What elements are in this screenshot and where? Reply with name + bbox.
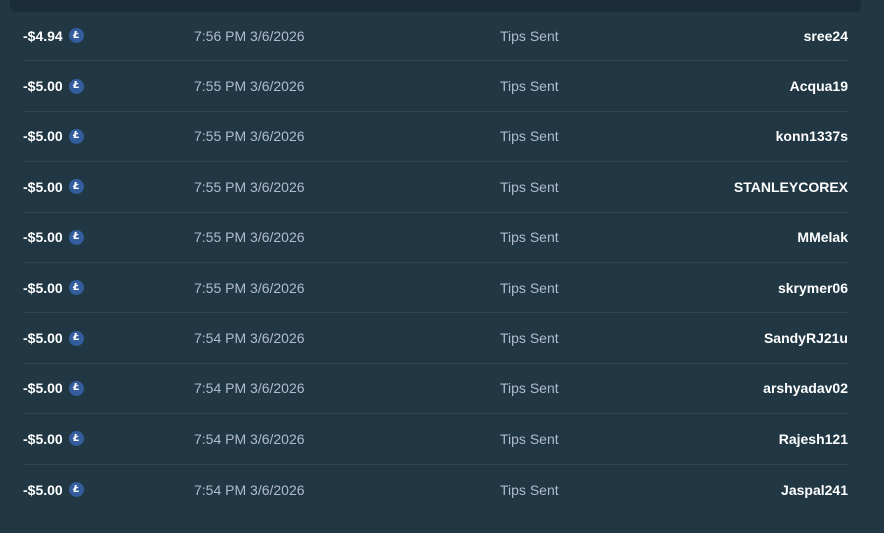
amount-cell: -$4.94 Ł <box>23 28 84 44</box>
litecoin-icon: Ł <box>68 28 84 44</box>
amount-cell: -$5.00 Ł <box>23 128 84 144</box>
username[interactable]: arshyadav02 <box>763 380 848 396</box>
amount-value: -$5.00 <box>23 481 63 498</box>
amount-cell: -$5.00 Ł <box>23 330 84 346</box>
table-row: -$5.00 Ł 7:55 PM 3/6/2026 Tips Sent Acqu… <box>23 61 848 112</box>
amount-cell: -$5.00 Ł <box>23 482 84 498</box>
timestamp: 7:54 PM 3/6/2026 <box>194 430 305 447</box>
username[interactable]: Jaspal241 <box>781 482 848 498</box>
transactions-table: -$4.94 Ł 7:56 PM 3/6/2026 Tips Sent sree… <box>23 11 848 515</box>
username[interactable]: sree24 <box>804 28 848 44</box>
transaction-type: Tips Sent <box>500 178 559 195</box>
username[interactable]: SandyRJ21u <box>764 330 848 346</box>
table-row: -$5.00 Ł 7:54 PM 3/6/2026 Tips Sent arsh… <box>23 364 848 415</box>
username[interactable]: STANLEYCOREX <box>734 179 848 195</box>
table-row: -$5.00 Ł 7:55 PM 3/6/2026 Tips Sent konn… <box>23 112 848 163</box>
username[interactable]: konn1337s <box>776 128 848 144</box>
username[interactable]: MMelak <box>797 229 848 245</box>
transaction-type: Tips Sent <box>500 229 559 246</box>
transaction-type: Tips Sent <box>500 27 559 44</box>
litecoin-icon: Ł <box>68 128 84 144</box>
amount-value: -$5.00 <box>23 380 63 397</box>
transaction-type: Tips Sent <box>500 380 559 397</box>
litecoin-icon: Ł <box>68 229 84 245</box>
table-row: -$5.00 Ł 7:54 PM 3/6/2026 Tips Sent Sand… <box>23 313 848 364</box>
amount-cell: -$5.00 Ł <box>23 229 84 245</box>
timestamp: 7:56 PM 3/6/2026 <box>194 27 305 44</box>
timestamp: 7:54 PM 3/6/2026 <box>194 380 305 397</box>
timestamp: 7:55 PM 3/6/2026 <box>194 178 305 195</box>
amount-value: -$5.00 <box>23 229 63 246</box>
timestamp: 7:54 PM 3/6/2026 <box>194 330 305 347</box>
timestamp: 7:55 PM 3/6/2026 <box>194 128 305 145</box>
transaction-type: Tips Sent <box>500 330 559 347</box>
amount-value: -$5.00 <box>23 430 63 447</box>
amount-value: -$5.00 <box>23 128 63 145</box>
amount-cell: -$5.00 Ł <box>23 380 84 396</box>
transaction-type: Tips Sent <box>500 128 559 145</box>
amount-value: -$5.00 <box>23 178 63 195</box>
transaction-type: Tips Sent <box>500 481 559 498</box>
amount-value: -$5.00 <box>23 330 63 347</box>
amount-value: -$5.00 <box>23 78 63 95</box>
litecoin-icon: Ł <box>68 380 84 396</box>
username[interactable]: skrymer06 <box>778 280 848 296</box>
username[interactable]: Acqua19 <box>790 78 848 94</box>
timestamp: 7:55 PM 3/6/2026 <box>194 229 305 246</box>
timestamp: 7:54 PM 3/6/2026 <box>194 481 305 498</box>
litecoin-icon: Ł <box>68 280 84 296</box>
amount-cell: -$5.00 Ł <box>23 280 84 296</box>
table-row: -$4.94 Ł 7:56 PM 3/6/2026 Tips Sent sree… <box>23 11 848 62</box>
litecoin-icon: Ł <box>68 431 84 447</box>
amount-cell: -$5.00 Ł <box>23 431 84 447</box>
username[interactable]: Rajesh121 <box>779 431 848 447</box>
amount-value: -$4.94 <box>23 27 63 44</box>
transaction-type: Tips Sent <box>500 279 559 296</box>
litecoin-icon: Ł <box>68 482 84 498</box>
timestamp: 7:55 PM 3/6/2026 <box>194 78 305 95</box>
litecoin-icon: Ł <box>68 179 84 195</box>
litecoin-icon: Ł <box>68 78 84 94</box>
table-row: -$5.00 Ł 7:55 PM 3/6/2026 Tips Sent MMel… <box>23 213 848 263</box>
table-row: -$5.00 Ł 7:54 PM 3/6/2026 Tips Sent Raje… <box>23 414 848 465</box>
timestamp: 7:55 PM 3/6/2026 <box>194 279 305 296</box>
amount-value: -$5.00 <box>23 279 63 296</box>
amount-cell: -$5.00 Ł <box>23 78 84 94</box>
table-row: -$5.00 Ł 7:55 PM 3/6/2026 Tips Sent STAN… <box>23 162 848 213</box>
transaction-type: Tips Sent <box>500 78 559 95</box>
table-row: -$5.00 Ł 7:54 PM 3/6/2026 Tips Sent Jasp… <box>23 465 848 515</box>
litecoin-icon: Ł <box>68 330 84 346</box>
transaction-type: Tips Sent <box>500 430 559 447</box>
table-row: -$5.00 Ł 7:55 PM 3/6/2026 Tips Sent skry… <box>23 263 848 314</box>
amount-cell: -$5.00 Ł <box>23 179 84 195</box>
